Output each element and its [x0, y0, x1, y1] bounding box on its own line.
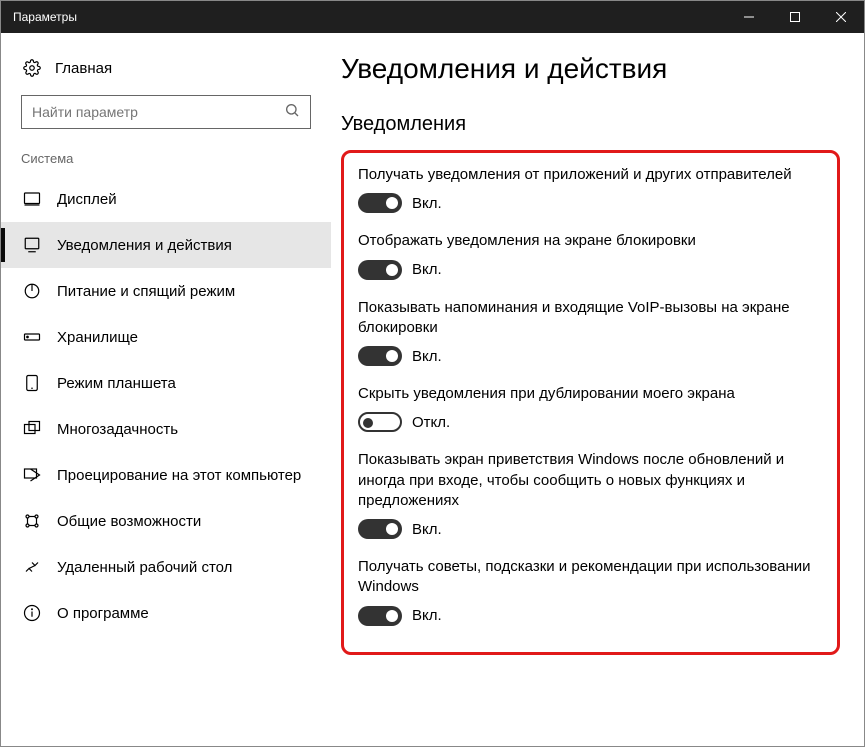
sidebar-item-storage[interactable]: Хранилище [1, 314, 331, 360]
window-body: Главная Система Дисплей Уведомления и де… [1, 33, 864, 746]
setting-row: Показывать экран приветствия Windows пос… [358, 450, 823, 539]
sidebar: Главная Система Дисплей Уведомления и де… [1, 33, 331, 746]
info-icon [23, 604, 41, 622]
sidebar-item-display[interactable]: Дисплей [1, 176, 331, 222]
sidebar-item-label: Уведомления и действия [57, 237, 232, 254]
search-input[interactable] [32, 104, 284, 120]
toggle-state-text: Вкл. [412, 348, 442, 365]
sidebar-item-remote[interactable]: Удаленный рабочий стол [1, 544, 331, 590]
maximize-button[interactable] [772, 1, 818, 33]
setting-row: Скрыть уведомления при дублировании моег… [358, 384, 823, 432]
toggle-switch[interactable] [358, 606, 402, 626]
gear-icon [23, 59, 41, 77]
sidebar-item-label: Общие возможности [57, 513, 201, 530]
sidebar-item-label: О программе [57, 605, 149, 622]
toggle-switch[interactable] [358, 412, 402, 432]
settings-window: Параметры Главная Система [0, 0, 865, 747]
setting-label: Показывать экран приветствия Windows пос… [358, 450, 823, 511]
page-title: Уведомления и действия [341, 53, 840, 85]
highlighted-settings: Получать уведомления от приложений и дру… [341, 150, 840, 655]
home-label: Главная [55, 60, 112, 77]
setting-label: Скрыть уведомления при дублировании моег… [358, 384, 823, 404]
toggle-switch[interactable] [358, 260, 402, 280]
toggle-state-text: Вкл. [412, 195, 442, 212]
toggle-state-text: Откл. [412, 414, 450, 431]
toggle-row: Вкл. [358, 519, 823, 539]
setting-row: Отображать уведомления на экране блокиро… [358, 231, 823, 279]
toggle-row: Вкл. [358, 346, 823, 366]
toggle-switch[interactable] [358, 193, 402, 213]
toggle-row: Вкл. [358, 260, 823, 280]
sidebar-item-power[interactable]: Питание и спящий режим [1, 268, 331, 314]
setting-label: Получать уведомления от приложений и дру… [358, 165, 823, 185]
sidebar-item-label: Питание и спящий режим [57, 283, 235, 300]
setting-row: Получать советы, подсказки и рекомендаци… [358, 557, 823, 626]
toggle-knob [386, 523, 398, 535]
storage-icon [23, 328, 41, 346]
sidebar-item-label: Проецирование на этот компьютер [57, 467, 301, 484]
setting-label: Показывать напоминания и входящие VoIP-в… [358, 298, 823, 339]
setting-row: Показывать напоминания и входящие VoIP-в… [358, 298, 823, 367]
content-area: Уведомления и действия Уведомления Получ… [331, 33, 864, 746]
toggle-state-text: Вкл. [412, 261, 442, 278]
project-icon [23, 466, 41, 484]
remote-icon [23, 558, 41, 576]
toggle-switch[interactable] [358, 519, 402, 539]
toggle-knob [386, 197, 398, 209]
section-label: Система [1, 151, 331, 176]
sidebar-item-about[interactable]: О программе [1, 590, 331, 636]
toggle-row: Вкл. [358, 606, 823, 626]
toggle-state-text: Вкл. [412, 521, 442, 538]
sidebar-item-shared[interactable]: Общие возможности [1, 498, 331, 544]
sidebar-item-label: Режим планшета [57, 375, 176, 392]
section-subhead: Уведомления [341, 113, 840, 136]
setting-row: Получать уведомления от приложений и дру… [358, 165, 823, 213]
setting-label: Отображать уведомления на экране блокиро… [358, 231, 823, 251]
search-box[interactable] [21, 95, 311, 129]
sidebar-item-tablet[interactable]: Режим планшета [1, 360, 331, 406]
sidebar-item-label: Дисплей [57, 191, 117, 208]
sidebar-item-label: Хранилище [57, 329, 138, 346]
titlebar: Параметры [1, 1, 864, 33]
power-icon [23, 282, 41, 300]
setting-label: Получать советы, подсказки и рекомендаци… [358, 557, 823, 598]
tablet-icon [23, 374, 41, 392]
notification-icon [23, 236, 41, 254]
sidebar-item-notifications[interactable]: Уведомления и действия [1, 222, 331, 268]
sidebar-item-label: Удаленный рабочий стол [57, 559, 232, 576]
window-title: Параметры [13, 10, 726, 24]
toggle-knob [386, 264, 398, 276]
toggle-knob [363, 418, 373, 428]
toggle-switch[interactable] [358, 346, 402, 366]
toggle-row: Вкл. [358, 193, 823, 213]
multitask-icon [23, 420, 41, 438]
sidebar-item-multitasking[interactable]: Многозадачность [1, 406, 331, 452]
close-button[interactable] [818, 1, 864, 33]
toggle-row: Откл. [358, 412, 823, 432]
display-icon [23, 190, 41, 208]
minimize-button[interactable] [726, 1, 772, 33]
search-icon [284, 102, 300, 123]
toggle-knob [386, 610, 398, 622]
shared-icon [23, 512, 41, 530]
toggle-state-text: Вкл. [412, 607, 442, 624]
sidebar-item-label: Многозадачность [57, 421, 178, 438]
toggle-knob [386, 350, 398, 362]
home-link[interactable]: Главная [1, 51, 331, 91]
sidebar-item-projecting[interactable]: Проецирование на этот компьютер [1, 452, 331, 498]
